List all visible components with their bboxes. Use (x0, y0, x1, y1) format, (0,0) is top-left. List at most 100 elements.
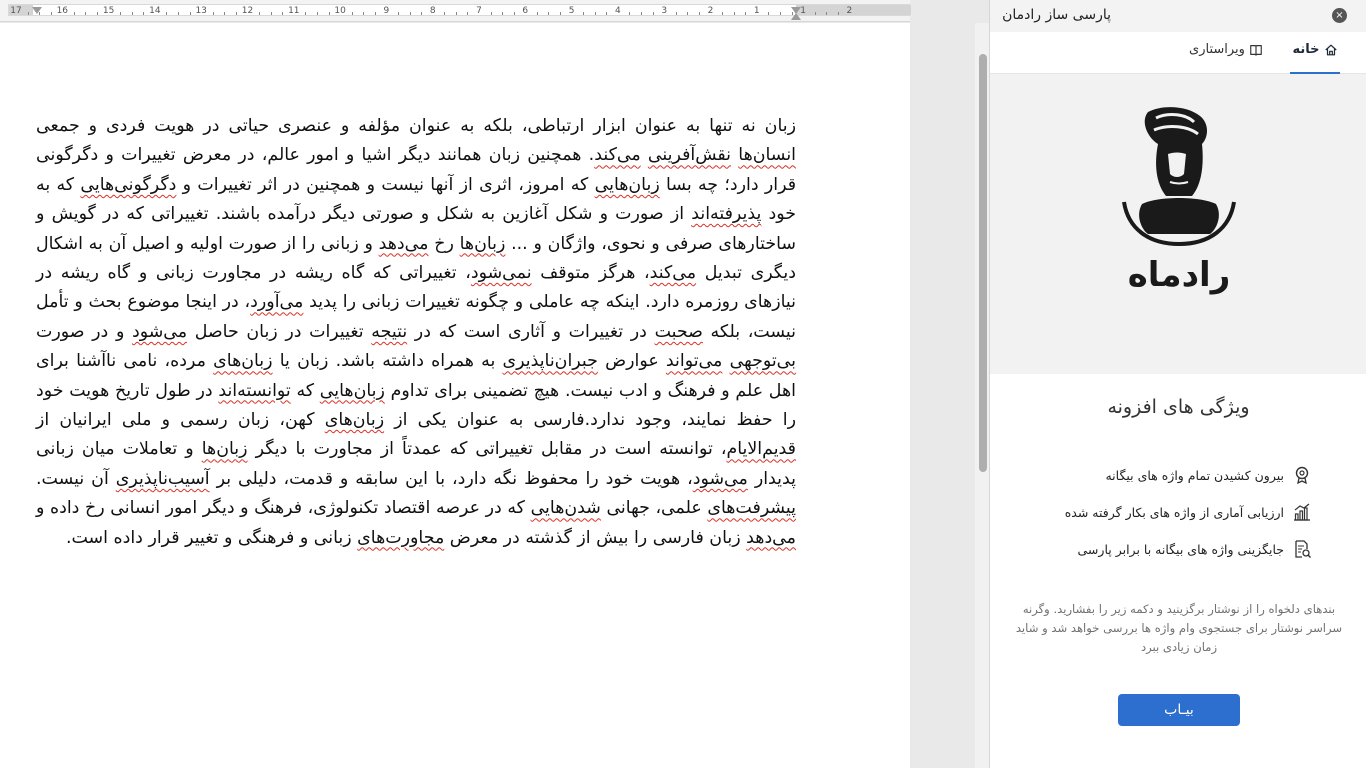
ruler-number: 6 (522, 6, 529, 16)
ruler-number: 12 (241, 6, 254, 16)
misspelled-word[interactable]: زبان‌های (213, 351, 272, 371)
misspelled-word[interactable]: بی‌توجهی (730, 351, 796, 371)
misspelled-word[interactable]: می‌آورد (250, 292, 303, 312)
misspelled-word[interactable]: انسان‌ها (738, 145, 796, 165)
ruler-tick (606, 12, 608, 15)
find-button[interactable]: بیـاب (1118, 694, 1240, 726)
misspelled-word[interactable]: نتیجه (371, 322, 407, 342)
ruler-tick (641, 12, 643, 15)
book-icon (1250, 45, 1262, 56)
home-icon (1324, 44, 1337, 56)
text-run (722, 351, 729, 371)
instruction-note: بندهای دلخواه را از نوشتار برگزینید و دک… (1015, 602, 1343, 654)
horizontal-ruler[interactable]: 17 16 15 14 13 12 11 10 9 8 7 6 5 4 3 2 1 1 2 (0, 0, 911, 22)
ruler-number: 3 (661, 6, 668, 16)
text-run: زبان فارسی را بیش از گذشته در معرض (444, 527, 747, 548)
ruler-tick (50, 12, 52, 15)
ruler-tick (305, 12, 307, 15)
ruler-tick (467, 12, 469, 15)
ruler-tick (328, 12, 330, 15)
misspelled-word[interactable]: می‌کند (650, 263, 696, 283)
ruler-tick (282, 12, 284, 15)
indent-marker[interactable] (32, 7, 42, 14)
ruler-tick (397, 12, 399, 15)
text-run: آن نیست. (36, 468, 116, 489)
feature-item-statistics: ارزیابی آماری از واژه های بکار گرفته شده (1022, 500, 1312, 524)
ruler-number: 15 (102, 6, 115, 16)
ruler-tick (513, 12, 515, 15)
misspelled-word[interactable]: می‌شود (132, 322, 187, 342)
ruler-tick (143, 12, 145, 15)
features-title: ویژگی های افزونه (1107, 396, 1250, 418)
ruler-tick (73, 12, 75, 15)
ruler-tick (490, 12, 492, 15)
ruler-tick (548, 12, 550, 15)
document-page[interactable]: زبان نه تنها به عنوان ابزار ارتباطی، بلک… (0, 23, 910, 768)
ruler-tick (259, 12, 261, 15)
ruler-number: 13 (195, 6, 207, 16)
close-button[interactable]: × (1332, 8, 1347, 23)
ruler-tick (131, 12, 133, 15)
text-run: ، توانسته است در مقابل تغییراتی که عمدتا… (247, 439, 727, 460)
text-run: زبانی و فرهنگی و تغییر قرار داده است. (65, 527, 358, 548)
task-pane-title: پارسی ساز رادمان (1002, 7, 1111, 23)
misspelled-word[interactable]: پذیرفته‌اند (691, 204, 761, 224)
ruler-tick (444, 12, 446, 15)
misspelled-word[interactable]: پیشرفت‌های (707, 498, 796, 518)
text-run: که امروز، اثری از آنها نیست و همچنین در … (176, 174, 595, 195)
text-run: علمی، جهانی (600, 498, 708, 519)
misspelled-word[interactable]: نمی‌شود (471, 263, 532, 283)
misspelled-word[interactable]: می‌تواند (666, 351, 722, 371)
text-run: عوارض (597, 351, 666, 372)
misspelled-word[interactable]: صحبت (655, 322, 703, 342)
document-body-text[interactable]: زبان نه تنها به عنوان ابزار ارتباطی، بلک… (36, 112, 796, 553)
ruler-number: 2 (846, 6, 853, 16)
ruler-number: 2 (707, 6, 714, 16)
misspelled-word[interactable]: می‌کند (594, 145, 640, 165)
ruler-tick (455, 12, 457, 15)
ruler-tick (502, 12, 504, 15)
indent-marker[interactable] (791, 13, 801, 20)
ruler-tick (698, 12, 700, 15)
misspelled-word[interactable]: شدن‌هایی (531, 498, 601, 518)
tab-editing[interactable]: ویراستاری (1186, 42, 1266, 74)
misspelled-word[interactable]: توانسته‌اند (218, 381, 290, 401)
misspelled-word[interactable]: می‌دهد (379, 234, 429, 254)
misspelled-word[interactable]: زبان‌ها (460, 234, 506, 254)
vertical-scrollbar-thumb[interactable] (979, 54, 987, 472)
ruler-margin-right (796, 5, 911, 15)
tab-home[interactable]: خانه (1290, 42, 1340, 74)
misspelled-word[interactable]: جبران‌ناپذیری (503, 351, 598, 371)
text-run: تغییرات در زبان حاصل (187, 321, 372, 342)
text-run: به همراه داشته باشد. زبان یا (272, 351, 503, 372)
document-area: 17 16 15 14 13 12 11 10 9 8 7 6 5 4 3 2 1 1 2 زبان نه تنها… (0, 0, 989, 768)
chart-icon (1294, 503, 1310, 521)
ruler-tick (212, 12, 214, 15)
ruler-number: 9 (383, 6, 390, 16)
text-run: که (290, 380, 320, 401)
misspelled-word[interactable]: آسیب‌ناپذیری (116, 469, 210, 489)
ruler-number: 11 (288, 6, 300, 16)
misspelled-word[interactable]: زبان‌ها (202, 439, 248, 459)
misspelled-word[interactable]: می‌دهد (746, 528, 796, 548)
ruler-number: 14 (149, 6, 161, 16)
misspelled-word[interactable]: می‌شود (693, 469, 748, 489)
text-run: رخ (428, 233, 460, 254)
text-run: که در عرصه اقتصاد تکنولوژی، فرهنگ و دیگر… (36, 498, 531, 519)
misspelled-word[interactable]: زبان‌هایی (320, 381, 385, 401)
feature-label: جایگزینی واژه های بیگانه با برابر پارسی (1077, 541, 1284, 557)
misspelled-word[interactable]: مجاورت‌های (357, 528, 444, 548)
misspelled-word[interactable]: دگرگونی‌هایی (80, 175, 176, 195)
text-run: ، هویت خود را محفوظ نگه دارد، با این ساب… (209, 468, 693, 489)
ruler-tick (178, 12, 180, 15)
misspelled-word[interactable]: نقش‌آفرینی (648, 145, 731, 165)
ruler-tick (594, 12, 596, 15)
misspelled-word[interactable]: زبان‌هایی (595, 175, 660, 195)
ruler-tick (826, 12, 828, 15)
misspelled-word[interactable]: زبان‌های (325, 410, 384, 430)
radmah-logo: رادماه (1122, 107, 1236, 295)
ruler-tick (768, 12, 770, 15)
ruler-tick (536, 12, 538, 15)
ruler-number: 1 (753, 6, 760, 16)
misspelled-word[interactable]: قدیم‌الایام (726, 439, 796, 459)
